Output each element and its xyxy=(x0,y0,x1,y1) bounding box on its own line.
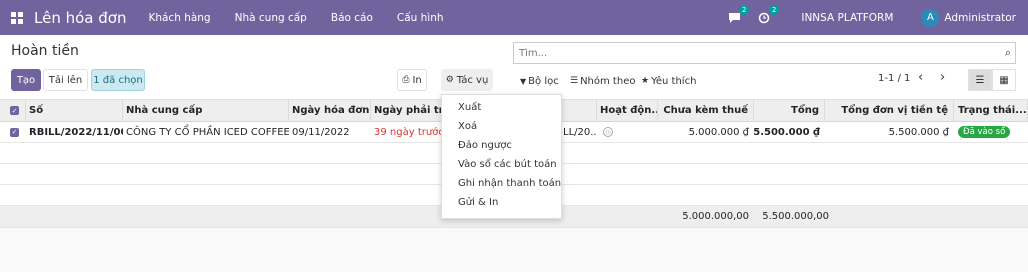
gear-icon: ⚙ xyxy=(445,75,454,85)
row-reference: LL/20... xyxy=(563,126,597,138)
col-untaxed[interactable]: Chưa kèm thuế xyxy=(658,100,754,121)
kanban-view-icon[interactable]: ▦ xyxy=(992,69,1016,91)
col-activity[interactable]: Hoạt độn... xyxy=(597,100,658,121)
apps-menu-icon[interactable] xyxy=(11,11,23,24)
col-total[interactable]: Tổng xyxy=(754,100,825,121)
action-export[interactable]: Xuất xyxy=(458,102,481,113)
list-view-icon[interactable]: ☰ xyxy=(968,69,992,91)
total-untaxed: 5.000.000,00 xyxy=(682,211,749,222)
search-placeholder: Tìm... xyxy=(519,47,548,59)
row-invoice-date: 09/11/2022 xyxy=(292,126,350,138)
group-by-button[interactable]: ☰ Nhóm theo xyxy=(570,70,635,92)
select-all-checkbox[interactable]: ✓ xyxy=(0,100,26,121)
total-amount: 5.500.000,00 xyxy=(762,211,829,222)
row-checkbox[interactable]: ✓ xyxy=(0,122,26,142)
selected-count-badge[interactable]: 1 đã chọn xyxy=(91,69,145,91)
col-total-currency[interactable]: Tổng đơn vị tiền tệ xyxy=(825,100,954,121)
messages-badge: 2 xyxy=(738,4,750,15)
filter-icon: ▼ xyxy=(520,76,527,86)
activities-icon[interactable]: 2 xyxy=(757,4,780,25)
action-dropdown-menu: Xuất Xoá Đảo ngược Vào sổ các bút toán G… xyxy=(441,94,562,219)
row-number: RBILL/2022/11/0001 xyxy=(29,126,123,138)
favorites-button[interactable]: ★ Yêu thích xyxy=(641,70,696,92)
avatar[interactable]: A xyxy=(921,8,940,27)
row-vendor: CÔNG TY CỔ PHẦN ICED COFFEE xyxy=(126,126,289,138)
control-panel: Hoàn tiền Tạo Tải lên 1 đã chọn ⎙ In ⚙ T… xyxy=(0,35,1028,100)
search-icon[interactable]: ⌕ xyxy=(1005,46,1011,60)
print-icon: ⎙ xyxy=(402,75,410,85)
group-by-label: Nhóm theo xyxy=(580,75,636,87)
col-status-label: Trạng thái... xyxy=(958,105,1027,116)
user-menu[interactable]: Administrator xyxy=(944,12,1016,24)
action-reverse[interactable]: Đảo ngược xyxy=(458,140,512,151)
col-number[interactable]: Số xyxy=(26,100,123,121)
action-post-entries[interactable]: Vào sổ các bút toán xyxy=(458,159,557,170)
print-button[interactable]: ⎙ In xyxy=(397,69,427,91)
star-icon: ★ xyxy=(641,76,650,86)
row-due: 39 ngày trước xyxy=(374,126,441,138)
company-switcher[interactable]: INNSA PLATFORM xyxy=(801,12,893,24)
action-register-payment[interactable]: Ghi nhận thanh toán xyxy=(458,178,561,189)
filters-label: Bộ lọc xyxy=(528,75,559,87)
create-button[interactable]: Tạo xyxy=(11,69,41,91)
pager-value[interactable]: 1-1 / 1 xyxy=(878,73,910,84)
row-total-currency: 5.500.000 ₫ xyxy=(888,126,949,138)
col-vendor[interactable]: Nhà cung cấp xyxy=(123,100,289,121)
activities-badge: 2 xyxy=(768,4,780,15)
row-activity[interactable]: ◷ xyxy=(600,122,658,142)
row-status: Đã vào sổ xyxy=(954,122,1028,142)
col-status[interactable]: Trạng thái... ⋮ xyxy=(954,100,1028,121)
menu-reporting[interactable]: Báo cáo xyxy=(331,12,373,24)
upload-button[interactable]: Tải lên xyxy=(43,69,88,91)
action-delete[interactable]: Xoá xyxy=(458,121,477,132)
clock-icon[interactable]: ◷ xyxy=(603,127,613,137)
action-send-print[interactable]: Gửi & In xyxy=(458,197,498,208)
chevron-left-icon[interactable]: ‹ xyxy=(918,70,923,85)
print-label: In xyxy=(412,74,422,86)
col-invoice-date[interactable]: Ngày hóa đơn xyxy=(289,100,371,121)
row-untaxed: 5.000.000 ₫ xyxy=(688,126,749,138)
row-total: 5.500.000 ₫ xyxy=(754,126,820,138)
messages-icon[interactable]: 2 xyxy=(727,4,750,25)
filters-button[interactable]: ▼ Bộ lọc xyxy=(520,70,559,92)
top-navbar: Lên hóa đơn Khách hàng Nhà cung cấp Báo … xyxy=(0,0,1028,35)
action-button[interactable]: ⚙ Tác vụ xyxy=(441,69,493,91)
app-title[interactable]: Lên hóa đơn xyxy=(34,9,126,27)
menu-configuration[interactable]: Cấu hình xyxy=(397,12,444,24)
action-label: Tác vụ xyxy=(456,74,489,86)
menu-vendors[interactable]: Nhà cung cấp xyxy=(235,12,307,24)
chevron-right-icon[interactable]: › xyxy=(940,70,945,85)
status-badge: Đã vào sổ xyxy=(958,126,1011,138)
menu-customers[interactable]: Khách hàng xyxy=(148,12,210,24)
favorites-label: Yêu thích xyxy=(651,75,697,87)
group-by-icon: ☰ xyxy=(570,76,579,86)
search-input[interactable]: Tìm... ⌕ xyxy=(513,42,1016,64)
page-title: Hoàn tiền xyxy=(11,43,79,59)
